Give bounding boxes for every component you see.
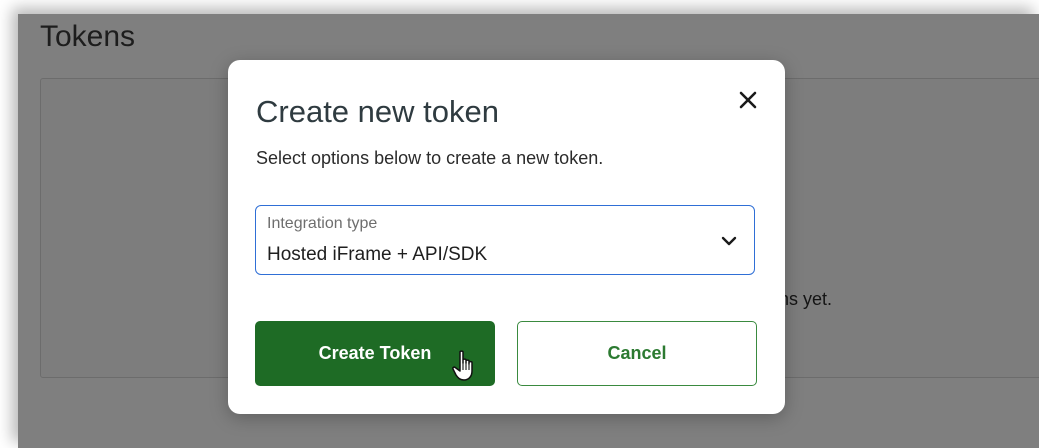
- chevron-down-icon: [721, 236, 737, 246]
- close-icon: [739, 91, 757, 109]
- close-button[interactable]: [730, 82, 766, 118]
- dialog-title: Create new token: [256, 94, 499, 129]
- cancel-button[interactable]: Cancel: [517, 321, 757, 386]
- integration-type-select[interactable]: Integration type Hosted iFrame + API/SDK: [255, 205, 755, 275]
- integration-type-value: Hosted iFrame + API/SDK: [267, 244, 488, 265]
- create-token-dialog: Create new token Select options below to…: [228, 60, 785, 414]
- dialog-subtitle: Select options below to create a new tok…: [256, 148, 604, 168]
- hand-cursor-icon: [452, 350, 473, 381]
- integration-type-label: Integration type: [267, 215, 378, 232]
